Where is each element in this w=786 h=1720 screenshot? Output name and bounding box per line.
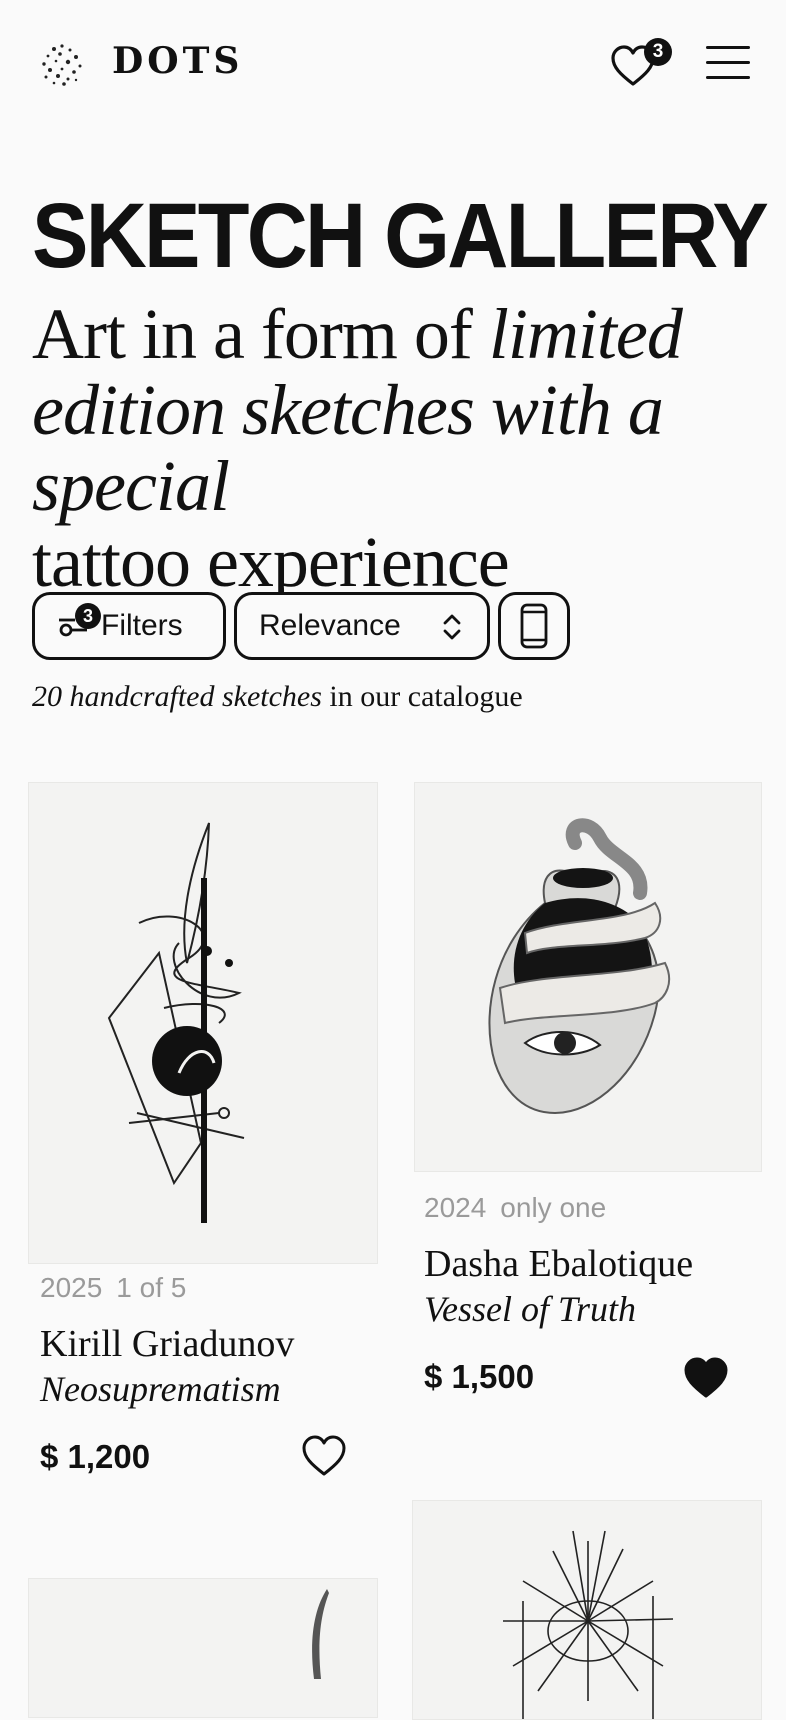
heart-filled-icon[interactable]	[682, 1356, 730, 1400]
product-image[interactable]	[28, 782, 378, 1264]
brand-name[interactable]: DOTS	[112, 40, 243, 82]
sketch-neosuprematism-image	[107, 822, 245, 1223]
catalog-count: 20 handcrafted sketches in our catalogue	[32, 680, 523, 714]
product-artist[interactable]: Kirill Griadunov	[40, 1322, 294, 1366]
catalog-count-italic: 20 handcrafted sketches	[32, 680, 322, 713]
sort-label: Relevance	[259, 609, 401, 642]
sort-select[interactable]: Relevance	[234, 592, 490, 660]
menu-button[interactable]	[706, 44, 752, 80]
view-toggle-button[interactable]	[498, 592, 570, 660]
catalog-count-rest: in our catalogue	[321, 680, 523, 713]
dots-logo-icon[interactable]	[40, 42, 84, 86]
favorites-count-badge: 3	[644, 38, 672, 66]
product-image[interactable]	[414, 782, 762, 1172]
filters-button[interactable]: Filters 3	[32, 592, 226, 660]
favorites-button[interactable]: 3	[610, 38, 676, 88]
filters-count-badge: 3	[75, 603, 101, 629]
product-card[interactable]: 2024 only one Dasha Ebalotique Vessel of …	[414, 782, 762, 1422]
product-title[interactable]: Neosuprematism	[40, 1368, 281, 1410]
page-title: SKETCH GALLERY	[32, 185, 769, 287]
sketch-flower-image	[503, 1530, 674, 1719]
site-header: DOTS 3	[0, 0, 786, 130]
product-year: 2025	[40, 1272, 103, 1303]
product-meta: 2024 only one	[424, 1192, 606, 1224]
sort-chevron-icon	[443, 614, 461, 640]
product-year: 2024	[424, 1192, 487, 1223]
product-card[interactable]	[412, 1500, 762, 1720]
product-edition: only one	[500, 1192, 607, 1223]
product-edition: 1 of 5	[116, 1272, 187, 1303]
product-price: $ 1,500	[424, 1358, 535, 1395]
product-artist[interactable]: Dasha Ebalotique	[424, 1242, 693, 1286]
product-image[interactable]	[412, 1500, 762, 1720]
product-card[interactable]: 2025 1 of 5 Kirill Griadunov Neosupremati…	[28, 782, 378, 1482]
product-price: $ 1,200	[40, 1438, 151, 1475]
product-title[interactable]: Vessel of Truth	[424, 1288, 636, 1330]
product-card[interactable]	[28, 1578, 378, 1718]
product-image[interactable]	[28, 1578, 378, 1718]
page-lead: Art in a form of limited edition sketche…	[32, 296, 782, 600]
sketch-vessel-of-truth-image	[488, 818, 671, 1115]
filters-label: Filters	[101, 609, 183, 642]
lead-text: Art in a form of	[32, 294, 489, 374]
heart-icon[interactable]	[300, 1434, 348, 1478]
lead-text-end: tattoo experience	[32, 522, 510, 602]
product-meta: 2025 1 of 5	[40, 1272, 186, 1304]
sketch-image-partial	[312, 1589, 329, 1679]
phone-view-icon	[520, 603, 548, 649]
